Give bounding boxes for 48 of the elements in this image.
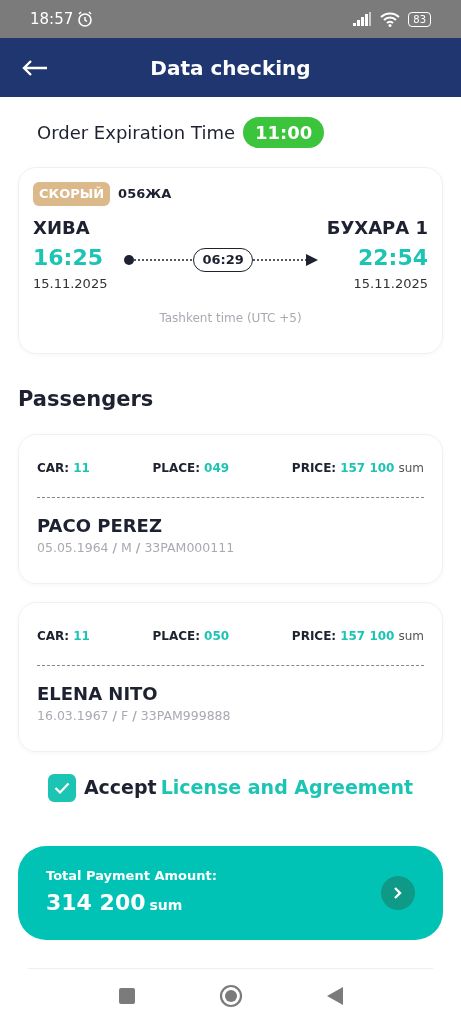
- place-number: 050: [204, 627, 230, 645]
- chevron-right-icon: [381, 875, 415, 910]
- timezone-note: Tashkent time (UTC +5): [158, 310, 303, 327]
- battery-level: 83: [408, 11, 431, 27]
- train-number: 056ЖА: [118, 185, 172, 203]
- car-label: CAR:: [37, 459, 70, 477]
- car-number: 11: [73, 459, 90, 477]
- home-button[interactable]: [218, 984, 243, 1008]
- place-label: PLACE:: [152, 459, 201, 477]
- place-label: PLACE:: [152, 627, 201, 645]
- place-number: 049: [204, 459, 230, 477]
- passenger-details: 16.03.1967 / F / 33PAM999888: [37, 706, 232, 725]
- departure-station: ХИВА: [33, 215, 90, 240]
- departure-date: 15.11.2025: [33, 274, 108, 293]
- arrival-station: БУХАРА 1: [326, 215, 428, 240]
- price-value: 157 100: [340, 627, 395, 645]
- accept-text: Accept: [83, 775, 157, 801]
- car-number: 11: [73, 627, 90, 645]
- car-label: CAR:: [37, 627, 70, 645]
- departure-time: 16:25: [33, 243, 105, 272]
- arrival-date: 15.11.2025: [353, 274, 428, 293]
- expiration-timer: 11:00: [243, 116, 325, 148]
- alarm-icon: [77, 11, 94, 27]
- pay-button[interactable]: Total Payment Amount: 314 200 sum: [18, 845, 443, 940]
- expiration-label: Order Expiration Time: [37, 120, 235, 145]
- checkmark-icon: [53, 781, 70, 794]
- price-value: 157 100: [340, 459, 395, 477]
- recent-apps-button[interactable]: [117, 987, 136, 1005]
- back-nav-button[interactable]: [325, 986, 344, 1006]
- train-category: СКОРЫЙ: [33, 182, 111, 206]
- price-label: PRICE:: [291, 627, 337, 645]
- arrival-time: 22:54: [357, 243, 428, 272]
- arrow-icon: [252, 252, 319, 267]
- signal-icon: [352, 12, 373, 26]
- currency-unit: sum: [398, 459, 424, 477]
- price-label: PRICE:: [291, 459, 337, 477]
- dotted-line: [123, 253, 194, 266]
- page-title: Data checking: [150, 55, 311, 80]
- trip-duration: 06:29: [193, 248, 253, 272]
- passenger-details: 05.05.1964 / M / 33PAM000111: [37, 538, 236, 557]
- passenger-name: ELENA NITO: [37, 681, 159, 706]
- status-time: 18:57: [30, 8, 74, 30]
- agreement-checkbox[interactable]: [47, 773, 76, 802]
- currency-unit: sum: [398, 627, 424, 645]
- license-link[interactable]: License and Agreement: [160, 773, 414, 802]
- wifi-icon: [380, 11, 401, 27]
- passenger-name: PACO PEREZ: [37, 513, 163, 538]
- section-title: Passengers: [17, 386, 155, 413]
